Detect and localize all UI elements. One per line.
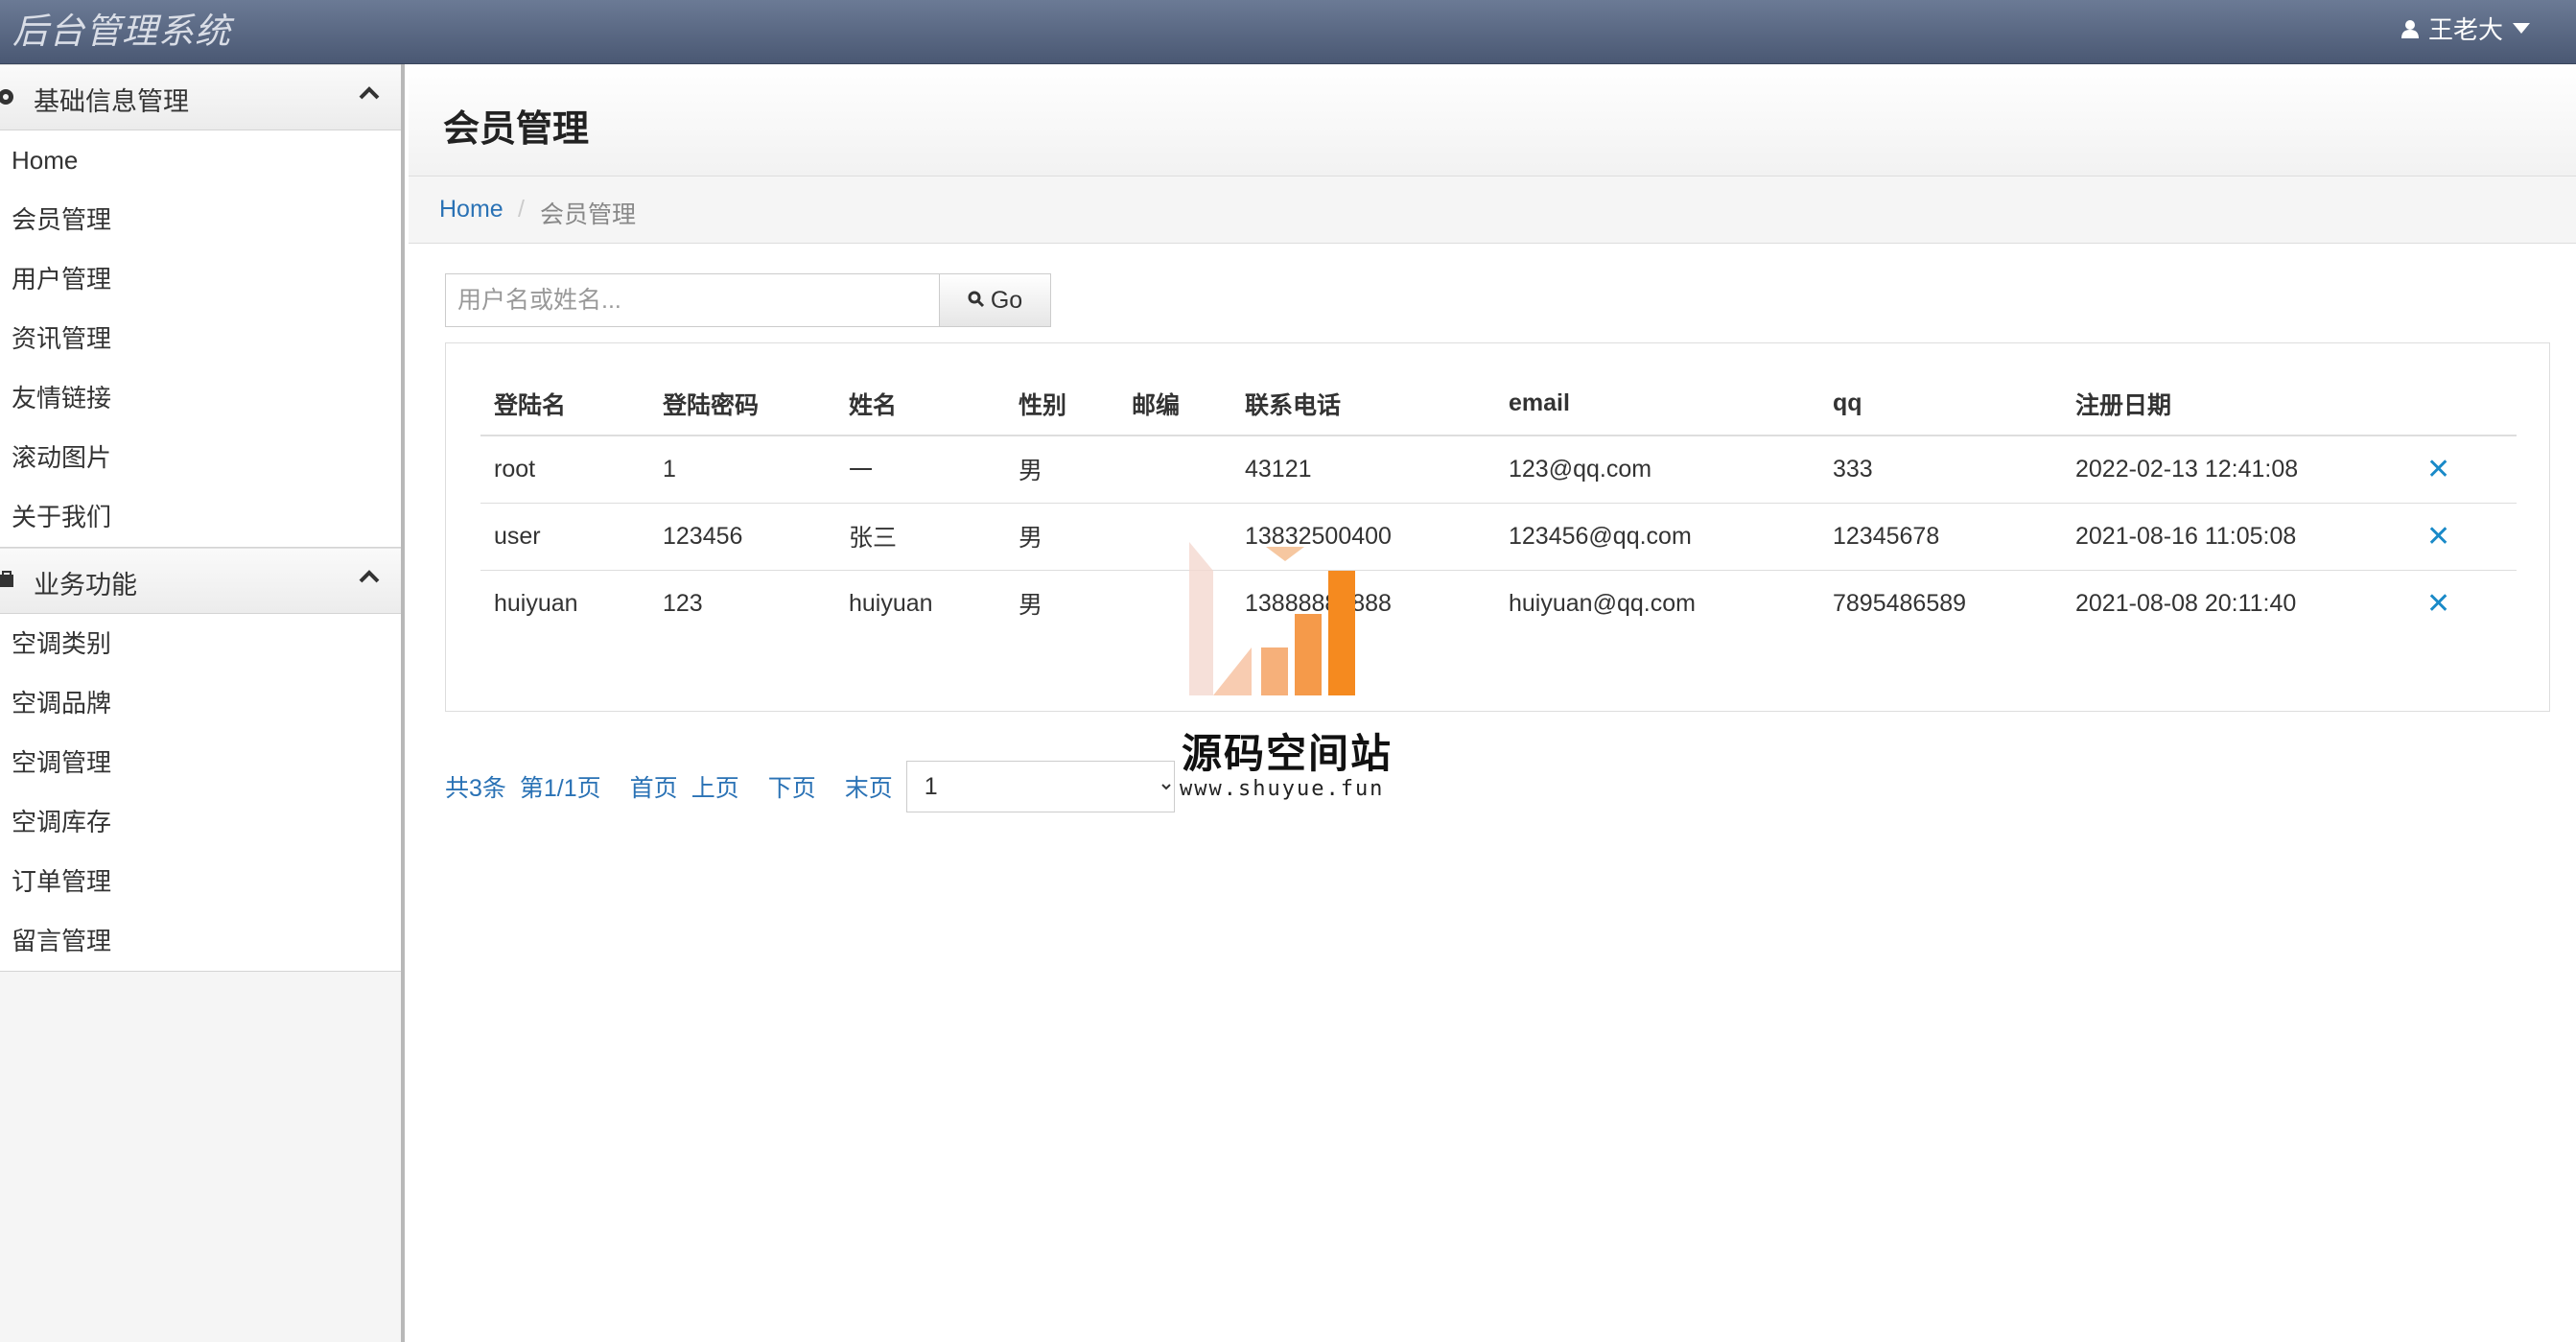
sidebar-item-news[interactable]: 资讯管理 — [0, 309, 401, 368]
cell-postcode — [1118, 436, 1231, 503]
search-input[interactable] — [445, 273, 940, 327]
dashboard-icon — [0, 86, 17, 112]
watermark-title: 源码空间站 — [1182, 731, 1393, 776]
search-go-button[interactable]: Go — [940, 273, 1051, 327]
column-header: 登陆名 — [480, 372, 649, 436]
cell-email: 123456@qq.com — [1495, 502, 1819, 570]
cell-email: huiyuan@qq.com — [1495, 569, 1819, 637]
cell-name: 一 — [849, 458, 874, 485]
pager-total: 共3条 — [445, 775, 506, 802]
pager-next-link[interactable]: 下页 — [768, 769, 816, 804]
column-header: qq — [1819, 372, 2062, 436]
breadcrumb: Home / 会员管理 — [409, 177, 2576, 244]
cell-password: 123 — [649, 569, 835, 637]
watermark-url: www.shuyue.fun — [1180, 777, 1385, 801]
main-content: 会员管理 Home / 会员管理 Go 登陆名 登陆密码 姓名 性别 邮编 联系… — [409, 64, 2576, 1342]
caret-down-icon — [2513, 22, 2530, 35]
sidebar-item-users[interactable]: 用户管理 — [0, 249, 401, 309]
cell-name: 张三 — [835, 502, 1005, 570]
pager-page-info: 第1/1页 — [519, 775, 601, 802]
cell-register-date: 2022-02-13 12:41:08 — [2075, 455, 2299, 483]
breadcrumb-home-link[interactable]: Home — [439, 196, 503, 224]
cell-login-name: user — [480, 502, 649, 570]
cell-qq: 7895486589 — [1819, 569, 2062, 637]
chevron-up-icon — [359, 570, 380, 588]
briefcase-icon — [0, 570, 17, 596]
column-header: 登陆密码 — [649, 372, 835, 436]
delete-icon[interactable]: ✕ — [2426, 569, 2517, 637]
pagination: 共3条 第1/1页 首页 上页 下页 末页 1 — [445, 761, 1175, 812]
chevron-up-icon — [359, 86, 380, 105]
user-name: 王老大 — [2427, 15, 2503, 44]
cell-gender: 男 — [1005, 569, 1118, 637]
sidebar-item-ac-manage[interactable]: 空调管理 — [0, 733, 401, 792]
cell-gender: 男 — [1019, 458, 1043, 485]
top-navbar: 后台管理系统 王老大 — [0, 0, 2576, 64]
sidebar-group-basic-info[interactable]: 基础信息管理 — [0, 64, 401, 130]
sidebar-group-label: 业务功能 — [34, 571, 137, 600]
user-icon — [2400, 19, 2419, 38]
sidebar-group-business[interactable]: 业务功能 — [0, 548, 401, 614]
cell-name: huiyuan — [835, 569, 1005, 637]
breadcrumb-current: 会员管理 — [540, 201, 637, 228]
sidebar-item-ac-stock[interactable]: 空调库存 — [0, 792, 401, 852]
cell-password: 123456 — [649, 502, 835, 570]
table-row: huiyuan 123 huiyuan 男 13888888888 huiyua… — [480, 569, 2517, 637]
cell-login-name: huiyuan — [480, 569, 649, 637]
search-bar: Go — [445, 273, 1051, 327]
cell-qq: 333 — [1833, 455, 1873, 483]
cell-login-name: root — [494, 455, 536, 483]
members-table: 登陆名 登陆密码 姓名 性别 邮编 联系电话 email qq 注册日期 roo… — [480, 372, 2517, 637]
sidebar-item-ac-brand[interactable]: 空调品牌 — [0, 673, 401, 733]
column-header-actions — [2426, 372, 2517, 436]
sidebar-menu-business: 空调类别 空调品牌 空调管理 空调库存 订单管理 留言管理 — [0, 614, 401, 972]
members-table-panel: 登陆名 登陆密码 姓名 性别 邮编 联系电话 email qq 注册日期 roo… — [445, 342, 2550, 712]
sidebar-item-orders[interactable]: 订单管理 — [0, 852, 401, 911]
cell-register-date: 2021-08-16 11:05:08 — [2062, 502, 2426, 570]
column-header: 邮编 — [1118, 372, 1231, 436]
cell-phone: 43121 — [1245, 455, 1312, 483]
search-icon — [968, 287, 985, 315]
column-header: 注册日期 — [2062, 372, 2426, 436]
cell-gender: 男 — [1005, 502, 1118, 570]
column-header: 联系电话 — [1231, 372, 1495, 436]
column-header: email — [1495, 372, 1819, 436]
watermark-logo — [1189, 542, 1355, 695]
delete-icon[interactable]: ✕ — [2426, 502, 2517, 570]
cell-register-date: 2021-08-08 20:11:40 — [2062, 569, 2426, 637]
sidebar-item-home[interactable]: Home — [0, 130, 401, 190]
sidebar-item-members[interactable]: 会员管理 — [0, 190, 401, 249]
column-header: 性别 — [1005, 372, 1118, 436]
sidebar-item-messages[interactable]: 留言管理 — [0, 911, 401, 971]
sidebar-item-ac-category[interactable]: 空调类别 — [0, 614, 401, 673]
sidebar-item-about[interactable]: 关于我们 — [0, 487, 401, 547]
pager-prev-link[interactable]: 上页 — [691, 769, 739, 804]
sidebar-item-carousel[interactable]: 滚动图片 — [0, 428, 401, 487]
sidebar-item-links[interactable]: 友情链接 — [0, 368, 401, 428]
sidebar-menu-basic-info: Home 会员管理 用户管理 资讯管理 友情链接 滚动图片 关于我们 — [0, 130, 401, 548]
page-title: 会员管理 — [443, 109, 590, 150]
column-header: 姓名 — [835, 372, 1005, 436]
sidebar: 基础信息管理 Home 会员管理 用户管理 资讯管理 友情链接 滚动图片 关于我… — [0, 64, 405, 1342]
user-menu[interactable]: 王老大 — [2400, 11, 2530, 46]
pager-first-link[interactable]: 首页 — [630, 769, 678, 804]
breadcrumb-separator: / — [518, 196, 525, 223]
table-row: user 123456 张三 男 13832500400 123456@qq.c… — [480, 502, 2517, 570]
search-go-label: Go — [990, 286, 1023, 314]
app-brand[interactable]: 后台管理系统 — [12, 2, 231, 54]
sidebar-group-label: 基础信息管理 — [34, 87, 189, 116]
cell-qq: 12345678 — [1819, 502, 2062, 570]
table-header-row: 登陆名 登陆密码 姓名 性别 邮编 联系电话 email qq 注册日期 — [480, 372, 2517, 436]
page-select[interactable]: 1 — [905, 761, 1175, 812]
delete-icon[interactable]: ✕ — [2426, 436, 2517, 503]
page-header: 会员管理 — [409, 64, 2576, 177]
cell-password: 1 — [663, 455, 676, 483]
cell-email: 123@qq.com — [1509, 455, 1652, 483]
pager-last-link[interactable]: 末页 — [845, 769, 893, 804]
table-row: root 1 一 男 43121 123@qq.com 333 2022-02-… — [480, 436, 2517, 503]
